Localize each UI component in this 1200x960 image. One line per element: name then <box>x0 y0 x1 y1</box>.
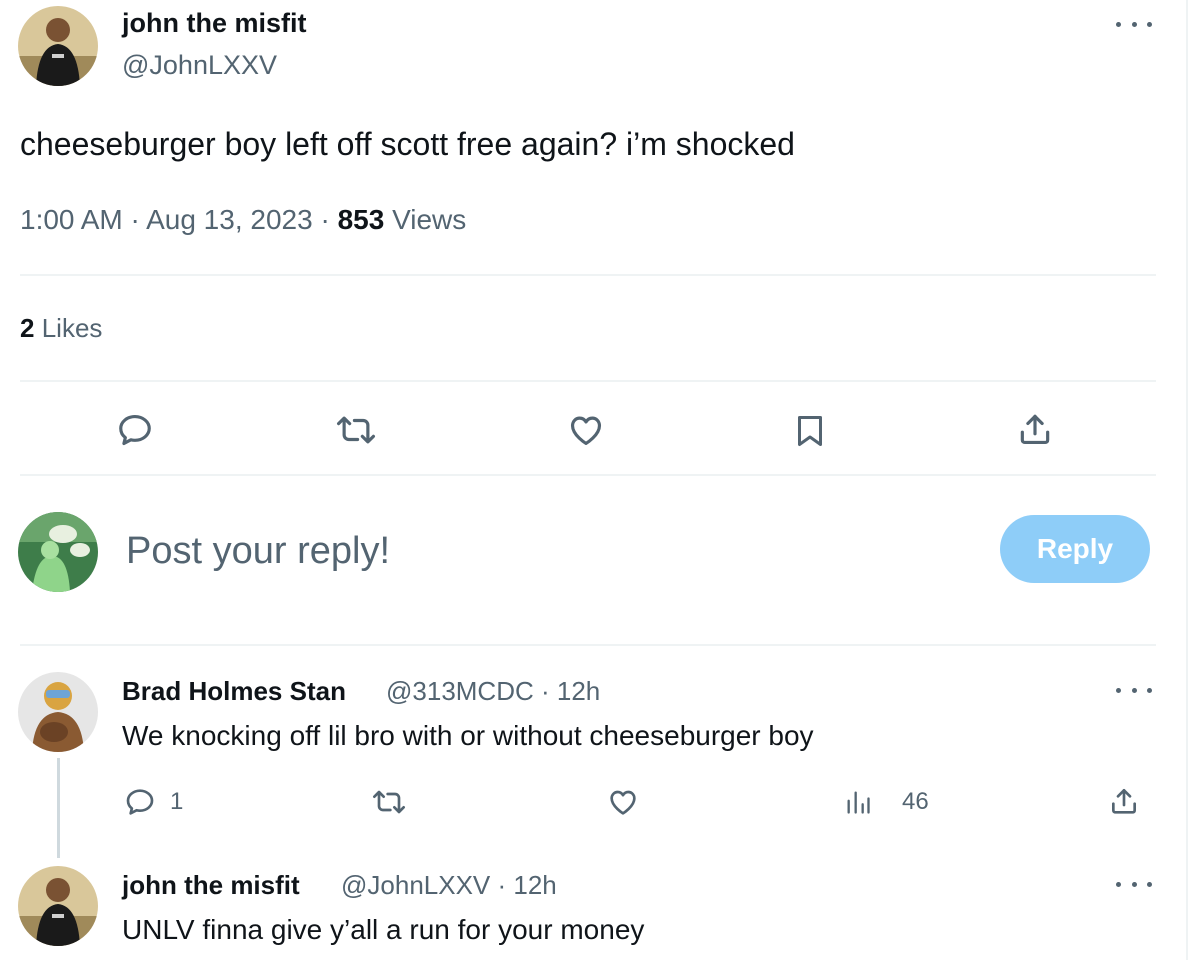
thread-line <box>57 758 60 858</box>
retweet-icon <box>373 790 405 814</box>
tweet-text: cheeseburger boy left off scott free aga… <box>20 126 795 162</box>
tweet-time[interactable]: 1:00 AM <box>20 204 123 235</box>
views-button[interactable]: 46 <box>844 786 929 818</box>
reply-author-handle[interactable]: @JohnLXXV <box>341 870 490 900</box>
likes-label: Likes <box>41 313 103 343</box>
reply-button[interactable]: 1 <box>124 786 183 818</box>
reply-author-handle-and-time: @313MCDC · 12h <box>386 676 600 707</box>
meta-separator: · <box>130 204 147 235</box>
reply-author-avatar[interactable] <box>18 866 98 946</box>
author-avatar[interactable] <box>18 6 98 86</box>
more-options-icon[interactable] <box>1116 680 1152 700</box>
column-border <box>1186 0 1188 960</box>
reply-time[interactable]: 12h <box>513 870 556 900</box>
reply-text: We knocking off lil bro with or without … <box>122 720 814 751</box>
reply-author-handle[interactable]: @313MCDC <box>386 676 534 706</box>
reply-submit-button[interactable]: Reply <box>1000 515 1150 583</box>
reply-icon <box>119 414 151 446</box>
like-icon <box>570 416 602 446</box>
likes-count: 2 <box>20 313 35 343</box>
views-icon <box>847 791 870 814</box>
like-button[interactable] <box>606 786 640 818</box>
reply-icon <box>126 789 154 815</box>
reply-input[interactable] <box>126 526 946 576</box>
tweet-date[interactable]: Aug 13, 2023 <box>146 204 313 235</box>
reply-author-avatar[interactable] <box>18 672 98 752</box>
reply-author-handle-and-time: @JohnLXXV · 12h <box>341 870 557 901</box>
more-options-icon[interactable] <box>1116 874 1152 894</box>
reply-time[interactable]: 12h <box>557 676 600 706</box>
share-icon <box>1112 789 1136 814</box>
bookmark-icon <box>798 416 822 446</box>
author-handle[interactable]: @JohnLXXV <box>122 50 277 81</box>
retweet-button[interactable] <box>370 786 408 818</box>
reply-text: UNLV finna give y’all a run for your mon… <box>122 914 645 945</box>
views-count: 853 <box>337 204 385 235</box>
reply-button[interactable] <box>116 411 154 449</box>
reply-count: 1 <box>170 788 184 815</box>
divider <box>20 644 1156 646</box>
meta-separator: · <box>541 676 557 706</box>
reply-author-name[interactable]: john the misfit <box>122 870 300 901</box>
meta-separator: · <box>320 204 338 235</box>
bookmark-button[interactable] <box>792 411 828 451</box>
divider <box>20 474 1156 476</box>
like-icon <box>610 790 636 815</box>
share-button[interactable] <box>1108 784 1140 818</box>
like-button[interactable] <box>566 411 606 449</box>
divider <box>20 380 1156 382</box>
retweet-button[interactable] <box>334 411 378 449</box>
tweet-detail-page: john the misfit @JohnLXXV cheeseburger b… <box>0 0 1186 960</box>
share-icon <box>1020 414 1050 445</box>
more-options-icon[interactable] <box>1116 14 1152 34</box>
reply-author-name[interactable]: Brad Holmes Stan <box>122 676 346 707</box>
tweet-meta: 1:00 AM · Aug 13, 2023 · 853 Views <box>20 204 466 236</box>
likes-summary[interactable]: 2 Likes <box>20 313 102 344</box>
current-user-avatar[interactable] <box>18 512 98 592</box>
meta-separator: · <box>497 870 514 900</box>
divider <box>20 274 1156 276</box>
reply-views-count: 46 <box>902 788 929 815</box>
views-label: Views <box>392 204 467 235</box>
retweet-icon <box>337 416 375 444</box>
share-button[interactable] <box>1016 409 1054 449</box>
author-name[interactable]: john the misfit <box>122 8 307 39</box>
